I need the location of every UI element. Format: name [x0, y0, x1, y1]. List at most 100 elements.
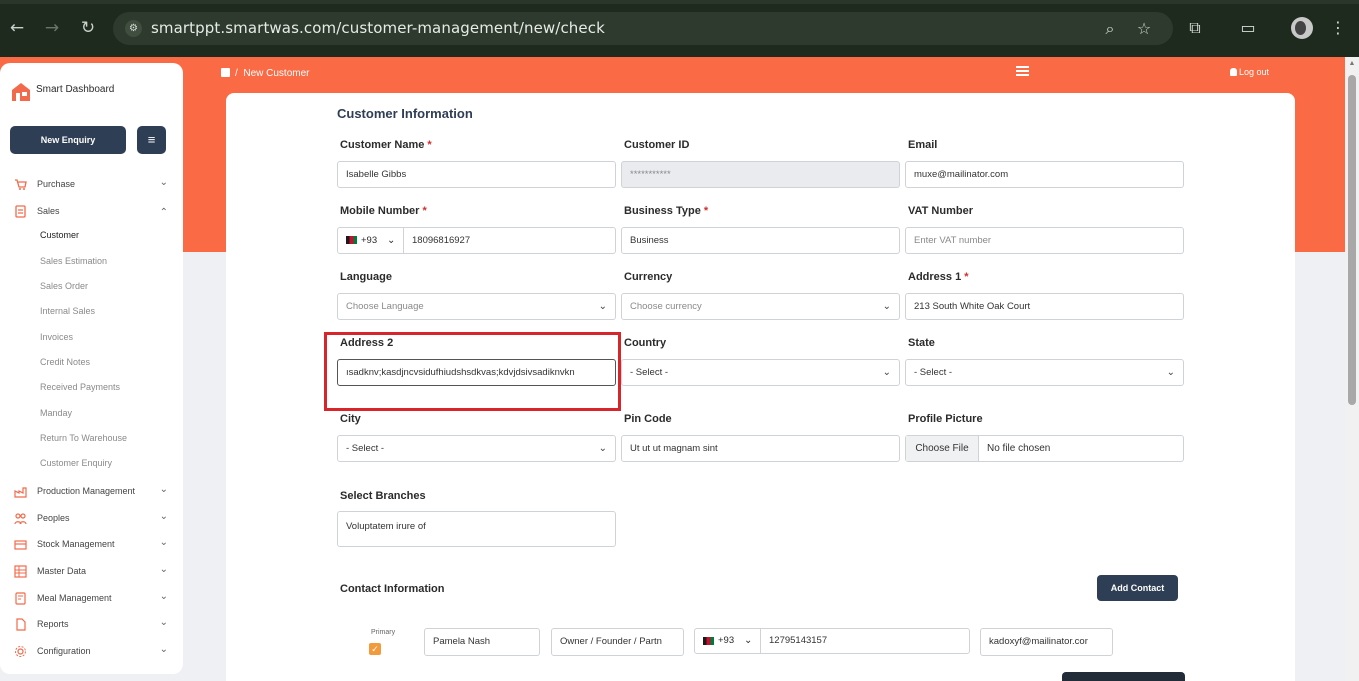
profile-picture-label: Profile Picture: [908, 413, 983, 425]
sidebar-item-label: Reports: [37, 619, 69, 629]
bookmark-star-icon[interactable]: ☆: [1133, 18, 1155, 40]
hamburger-icon[interactable]: [1016, 66, 1029, 77]
sidebar-item-master-data[interactable]: Master Data ⌄: [14, 563, 174, 581]
site-info-icon[interactable]: ⚙: [125, 20, 142, 37]
profile-picture-input[interactable]: Choose File No file chosen: [905, 435, 1184, 462]
state-label: State: [908, 337, 935, 349]
language-select[interactable]: Choose Language ⌄: [337, 293, 616, 320]
sidebar-subitem-customer[interactable]: Customer: [40, 230, 79, 240]
sidebar-subitem-sales-order[interactable]: Sales Order: [40, 281, 88, 291]
sidebar-item-sales[interactable]: Sales ⌃: [14, 203, 174, 221]
sidebar-item-stock[interactable]: Stock Management ⌄: [14, 536, 174, 554]
config-icon: [15, 646, 26, 657]
scroll-up-arrow-icon[interactable]: ▲: [1348, 60, 1356, 68]
chevron-down-icon: ⌄: [744, 635, 753, 646]
customer-name-label: Customer Name *: [340, 139, 432, 151]
primary-label: Primary: [371, 629, 396, 636]
sidebar-subitem-manday[interactable]: Manday: [40, 408, 72, 418]
sidebar-subitem-return-to-warehouse[interactable]: Return To Warehouse: [40, 433, 127, 443]
add-contact-button[interactable]: Add Contact: [1097, 575, 1178, 601]
tab-search-icon[interactable]: ▭: [1237, 17, 1259, 39]
currency-select[interactable]: Choose currency ⌄: [621, 293, 900, 320]
country-code-select[interactable]: +93 ⌄: [338, 228, 404, 253]
address-bar[interactable]: ⚙ smartppt.smartwas.com/customer-managem…: [113, 12, 1173, 45]
contact-name-input[interactable]: Pamela Nash: [424, 628, 540, 656]
profile-avatar[interactable]: [1291, 17, 1313, 39]
sidebar-item-purchase[interactable]: Purchase ⌄: [14, 176, 174, 194]
pin-code-input[interactable]: Ut ut ut magnam sint: [621, 435, 900, 462]
business-type-input[interactable]: Business: [621, 227, 900, 254]
sidebar-subitem-internal-sales[interactable]: Internal Sales: [40, 306, 95, 316]
logout-link[interactable]: Log out: [1230, 67, 1269, 77]
customer-name-input[interactable]: Isabelle Gibbs: [337, 161, 616, 188]
sidebar-item-peoples[interactable]: Peoples ⌄: [14, 510, 174, 528]
sidebar-subitem-invoices[interactable]: Invoices: [40, 332, 73, 342]
pin-code-label: Pin Code: [624, 413, 672, 425]
url-text[interactable]: smartppt.smartwas.com/customer-managemen…: [151, 19, 605, 37]
city-select[interactable]: - Select - ⌄: [337, 435, 616, 462]
back-icon[interactable]: ←: [7, 18, 27, 38]
store-logo-icon: [12, 83, 30, 101]
contact-phone-input[interactable]: 12795143157: [769, 629, 827, 653]
sidebar: Smart Dashboard New Enquiry ≡ Purchase ⌄…: [0, 63, 183, 674]
sidebar-subitem-credit-notes[interactable]: Credit Notes: [40, 357, 90, 367]
extensions-icon[interactable]: ⧉: [1184, 17, 1206, 39]
sidebar-subitem-sales-estimation[interactable]: Sales Estimation: [40, 256, 107, 266]
state-select[interactable]: - Select - ⌄: [905, 359, 1184, 386]
sidebar-item-configuration[interactable]: Configuration ⌄: [14, 643, 174, 661]
breadcrumb-separator: /: [235, 68, 238, 79]
contact-country-code-value: +93: [718, 635, 735, 646]
sidebar-item-label: Purchase: [37, 179, 76, 189]
mobile-input[interactable]: 18096816927: [412, 228, 470, 253]
home-icon[interactable]: [221, 68, 230, 77]
email-label: Email: [908, 139, 938, 151]
address1-label: Address 1 *: [908, 271, 969, 283]
forward-icon[interactable]: →: [42, 18, 62, 38]
chevron-down-icon: ⌄: [882, 301, 891, 312]
browser-menu-icon[interactable]: ⋮: [1327, 17, 1349, 39]
browser-toolbar: ← → ↻ ⚙ smartppt.smartwas.com/customer-m…: [0, 0, 1359, 57]
scrollbar-thumb[interactable]: [1348, 75, 1356, 405]
branches-select[interactable]: Voluptatem irure of: [337, 511, 616, 547]
sidebar-item-meal[interactable]: Meal Management ⌄: [14, 590, 174, 608]
sidebar-item-reports[interactable]: Reports ⌄: [14, 616, 174, 634]
sidebar-subitem-received-payments[interactable]: Received Payments: [40, 382, 120, 392]
currency-select-value: Choose currency: [630, 301, 702, 312]
city-label: City: [340, 413, 361, 425]
new-enquiry-button[interactable]: New Enquiry: [10, 126, 126, 154]
contact-country-code-select[interactable]: +93 ⌄: [695, 629, 761, 653]
reload-icon[interactable]: ↻: [78, 18, 98, 38]
afghanistan-flag-icon: [703, 637, 714, 645]
contact-role-input[interactable]: Owner / Founder / Partn: [551, 628, 684, 656]
contact-email-input[interactable]: kadoxyf@mailinator.cor: [980, 628, 1113, 656]
chevron-down-icon: ⌄: [159, 537, 168, 548]
sidebar-item-label: Production Management: [37, 486, 136, 496]
afghanistan-flag-icon: [346, 236, 357, 244]
sidebar-item-production[interactable]: Production Management ⌄: [14, 483, 174, 501]
sidebar-item-label: Configuration: [37, 646, 91, 656]
zoom-icon[interactable]: ⌕: [1099, 18, 1121, 40]
address1-input[interactable]: 213 South White Oak Court: [905, 293, 1184, 320]
tab-strip: [0, 0, 1359, 4]
vat-input[interactable]: Enter VAT number: [905, 227, 1184, 254]
country-select[interactable]: - Select - ⌄: [621, 359, 900, 386]
breadcrumb-current: New Customer: [243, 68, 310, 79]
chevron-down-icon: ⌄: [159, 564, 168, 575]
sidebar-item-label: Sales: [37, 206, 60, 216]
chevron-down-icon: ⌄: [387, 235, 396, 246]
chevron-down-icon: ⌄: [159, 484, 168, 495]
sidebar-toggle-button[interactable]: ≡: [137, 126, 166, 154]
submit-button[interactable]: [1062, 672, 1185, 681]
logout-label: Log out: [1239, 67, 1270, 77]
vat-label: VAT Number: [908, 205, 973, 217]
email-input[interactable]: muxe@mailinator.com: [905, 161, 1184, 188]
city-select-value: - Select -: [346, 443, 385, 454]
chevron-down-icon: ⌄: [598, 301, 607, 312]
choose-file-button[interactable]: Choose File: [906, 436, 979, 461]
sidebar-subitem-customer-enquiry[interactable]: Customer Enquiry: [40, 458, 112, 468]
chevron-down-icon: ⌄: [1166, 367, 1175, 378]
primary-checkbox[interactable]: ✓: [369, 643, 381, 655]
chevron-up-icon: ⌃: [159, 207, 168, 218]
sidebar-item-label: Stock Management: [37, 539, 115, 549]
file-status-text: No file chosen: [987, 443, 1051, 454]
